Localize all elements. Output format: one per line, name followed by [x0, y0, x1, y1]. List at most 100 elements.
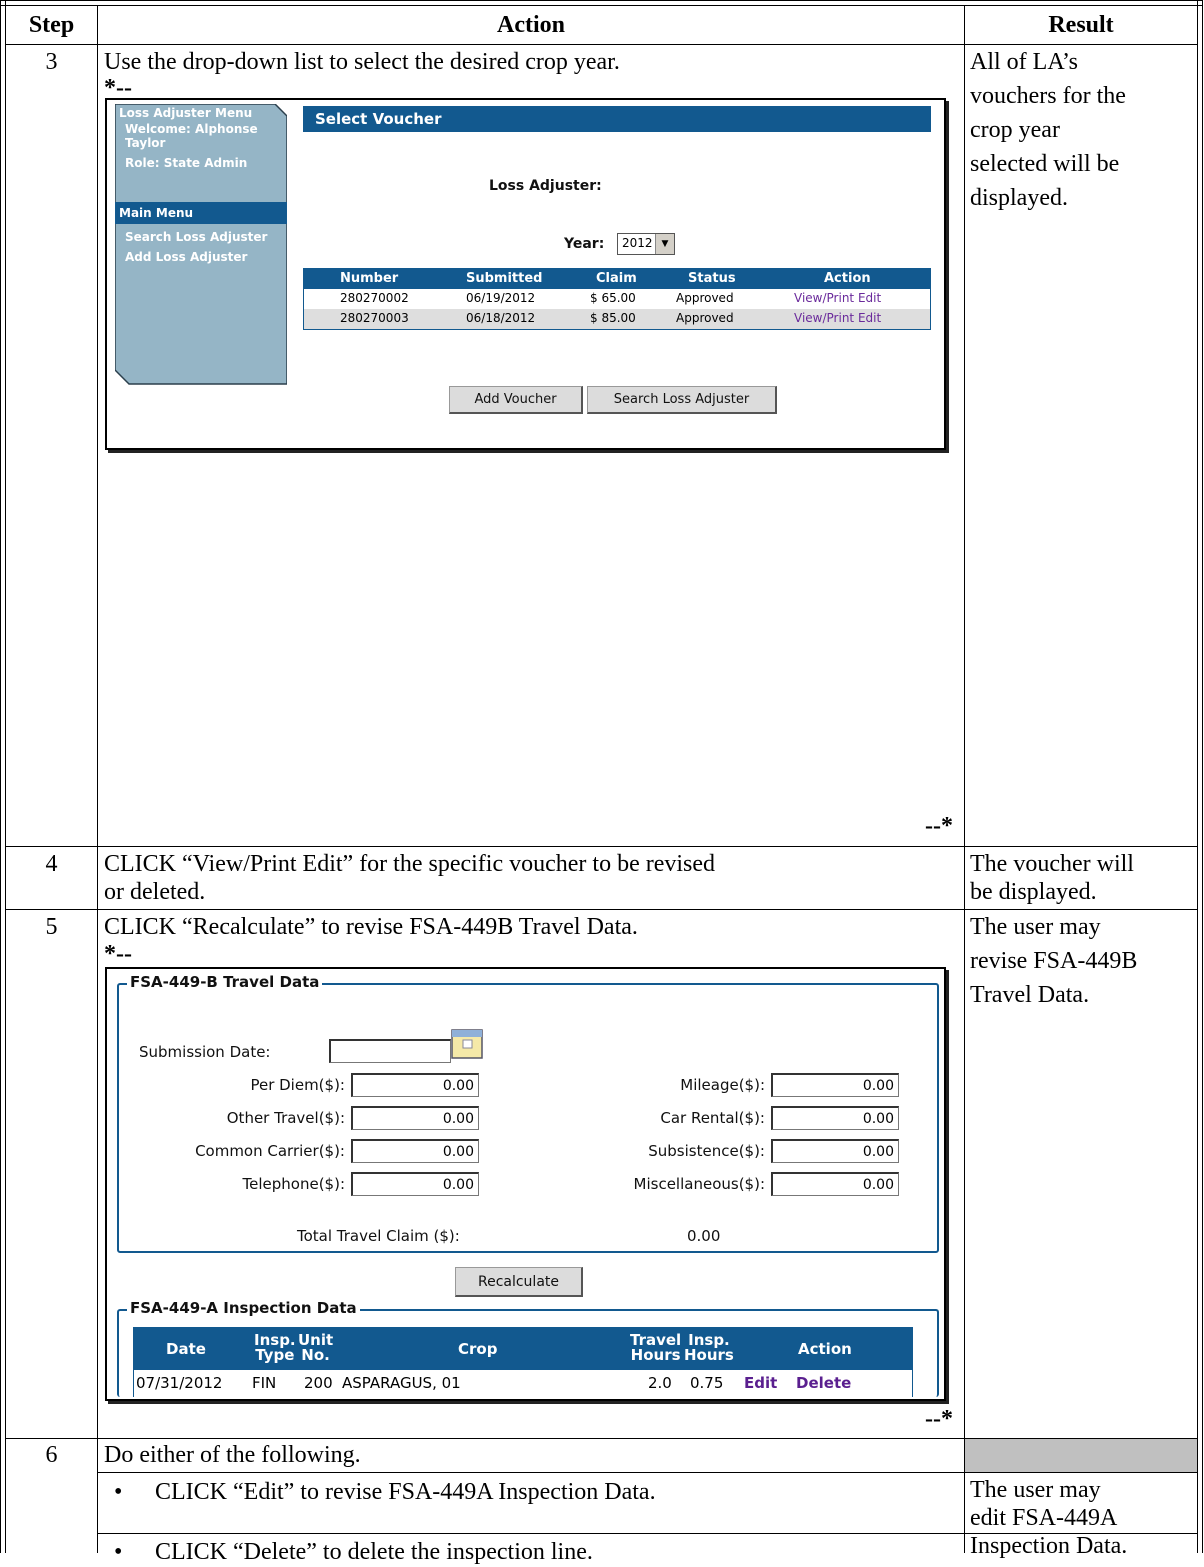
col-claim: Claim — [596, 271, 637, 286]
other-travel-label: Other Travel($): — [226, 1109, 345, 1127]
step-number: 6 — [45, 1442, 58, 1468]
inspection-type: FIN — [252, 1374, 277, 1392]
other-travel-input[interactable]: 0.00 — [351, 1106, 479, 1130]
common-carrier-input[interactable]: 0.00 — [351, 1139, 479, 1163]
mileage-label: Mileage($): — [680, 1076, 765, 1094]
bullet-icon: • — [114, 1479, 123, 1505]
per-diem-input[interactable]: 0.00 — [351, 1073, 479, 1097]
telephone-input[interactable]: 0.00 — [351, 1172, 479, 1196]
search-loss-adjuster-link[interactable]: Search Loss Adjuster — [125, 230, 267, 244]
chevron-down-icon[interactable]: ▼ — [655, 234, 674, 254]
result-text: The voucher will — [970, 851, 1134, 877]
per-diem-label: Per Diem($): — [250, 1076, 345, 1094]
travel-hours: 2.0 — [648, 1374, 672, 1392]
table-header: Date Insp. Type Unit No. Crop Travel Hou… — [134, 1328, 912, 1370]
action-text: CLICK “Recalculate” to revise FSA-449B T… — [104, 914, 638, 940]
total-travel-claim-value: 0.00 — [687, 1227, 721, 1245]
col-insp-type: Insp. Type — [254, 1333, 296, 1363]
miscellaneous-label: Miscellaneous($): — [633, 1175, 765, 1193]
row-divider — [6, 44, 1197, 45]
col-number: Number — [340, 271, 399, 286]
col-insp-type-line2: Type — [255, 1346, 295, 1364]
col-unit-no-line2: No. — [301, 1346, 330, 1364]
result-text: edit FSA-449A — [970, 1505, 1118, 1531]
col-insp-hours: Insp. Hours — [684, 1333, 734, 1363]
recalculate-button[interactable]: Recalculate — [455, 1267, 583, 1297]
search-loss-adjuster-button[interactable]: Search Loss Adjuster — [587, 386, 777, 414]
voucher-submitted: 06/18/2012 — [466, 311, 536, 325]
main-menu-heading: Main Menu — [119, 206, 194, 220]
result-text: Travel Data. — [970, 982, 1090, 1008]
table-top-border — [0, 0, 1203, 6]
delete-link[interactable]: Delete — [796, 1374, 851, 1392]
telephone-label: Telephone($): — [242, 1175, 345, 1193]
row-divider — [6, 846, 1197, 847]
submission-date-label: Submission Date: — [139, 1043, 271, 1061]
action-text: or deleted. — [104, 879, 206, 905]
change-marker-start: *-- — [104, 941, 132, 967]
action-text: Use the drop-down list to select the des… — [104, 49, 620, 75]
subsistence-label: Subsistence($): — [648, 1142, 765, 1160]
col-date: Date — [166, 1340, 206, 1358]
unit-number: 200 — [304, 1374, 333, 1392]
col-submitted: Submitted — [466, 271, 543, 286]
table-row: 280270002 06/19/2012 $ 65.00 Approved Vi… — [304, 289, 930, 309]
result-text: All of LA’s — [970, 49, 1078, 75]
table-row: 07/31/2012 FIN 200 ASPARAGUS, 01 2.0 0.7… — [134, 1370, 912, 1396]
result-text: crop year — [970, 117, 1060, 143]
menu-title: Loss Adjuster Menu — [119, 106, 253, 120]
step-number: 3 — [45, 49, 58, 75]
car-rental-input[interactable]: 0.00 — [771, 1106, 899, 1130]
col-crop: Crop — [458, 1340, 498, 1358]
vouchers-table: Number Submitted Claim Status Action 280… — [303, 268, 931, 330]
col-action: Action — [824, 271, 871, 286]
col-travel-hours: Travel Hours — [630, 1333, 681, 1363]
calendar-icon[interactable] — [451, 1029, 483, 1059]
voucher-submitted: 06/19/2012 — [466, 291, 536, 305]
result-text: displayed. — [970, 185, 1068, 211]
welcome-text: Welcome: Alphonse — [125, 122, 258, 136]
add-loss-adjuster-link[interactable]: Add Loss Adjuster — [125, 250, 247, 264]
view-print-edit-link[interactable]: View/Print Edit — [794, 311, 881, 325]
table-row: 280270003 06/18/2012 $ 85.00 Approved Vi… — [304, 309, 930, 329]
add-voucher-button[interactable]: Add Voucher — [449, 386, 583, 414]
mileage-input[interactable]: 0.00 — [771, 1073, 899, 1097]
header-step: Step — [28, 12, 75, 38]
col-unit-no: Unit No. — [298, 1333, 333, 1363]
common-carrier-label: Common Carrier($): — [195, 1142, 345, 1160]
inspection-hours: 0.75 — [690, 1374, 724, 1392]
action-text: CLICK “View/Print Edit” for the specific… — [104, 851, 716, 877]
header-action: Action — [497, 12, 565, 38]
table-header: Number Submitted Claim Status Action — [304, 269, 930, 289]
edit-link[interactable]: Edit — [744, 1374, 777, 1392]
inspection-table: Date Insp. Type Unit No. Crop Travel Hou… — [133, 1327, 913, 1397]
col-travel-hours-line2: Hours — [630, 1346, 681, 1364]
result-text: Inspection Data. — [970, 1533, 1128, 1559]
change-marker-end: --* — [925, 1406, 953, 1432]
inspection-data-legend: FSA-449-A Inspection Data — [127, 1299, 360, 1317]
result-text: revise FSA-449B — [970, 948, 1138, 974]
table-right-border — [1197, 0, 1203, 1553]
col-divider — [97, 6, 98, 1553]
bullet-text: CLICK “Edit” to revise FSA-449A Inspecti… — [155, 1479, 656, 1505]
header-result: Result — [1048, 12, 1114, 38]
inspection-date: 07/31/2012 — [136, 1374, 223, 1392]
change-marker-end: --* — [925, 813, 953, 839]
row-divider — [98, 1472, 1197, 1473]
welcome-text: Taylor — [125, 136, 166, 150]
col-insp-hours-line2: Hours — [684, 1346, 734, 1364]
miscellaneous-input[interactable]: 0.00 — [771, 1172, 899, 1196]
row-divider — [6, 909, 1197, 910]
view-print-edit-link[interactable]: View/Print Edit — [794, 291, 881, 305]
voucher-claim: $ 65.00 — [590, 291, 636, 305]
year-select[interactable]: 2012 ▼ — [617, 233, 675, 255]
voucher-number: 280270002 — [340, 291, 409, 305]
submission-date-input[interactable] — [329, 1039, 451, 1063]
subsistence-input[interactable]: 0.00 — [771, 1139, 899, 1163]
loss-adjuster-label: Loss Adjuster: — [489, 178, 602, 194]
step-number: 4 — [45, 851, 58, 877]
step-number: 5 — [45, 914, 58, 940]
shaded-cell — [965, 1439, 1197, 1472]
result-text: The user may — [970, 1477, 1101, 1503]
select-voucher-screenshot: Loss Adjuster Menu Welcome: Alphonse Tay… — [105, 98, 946, 450]
